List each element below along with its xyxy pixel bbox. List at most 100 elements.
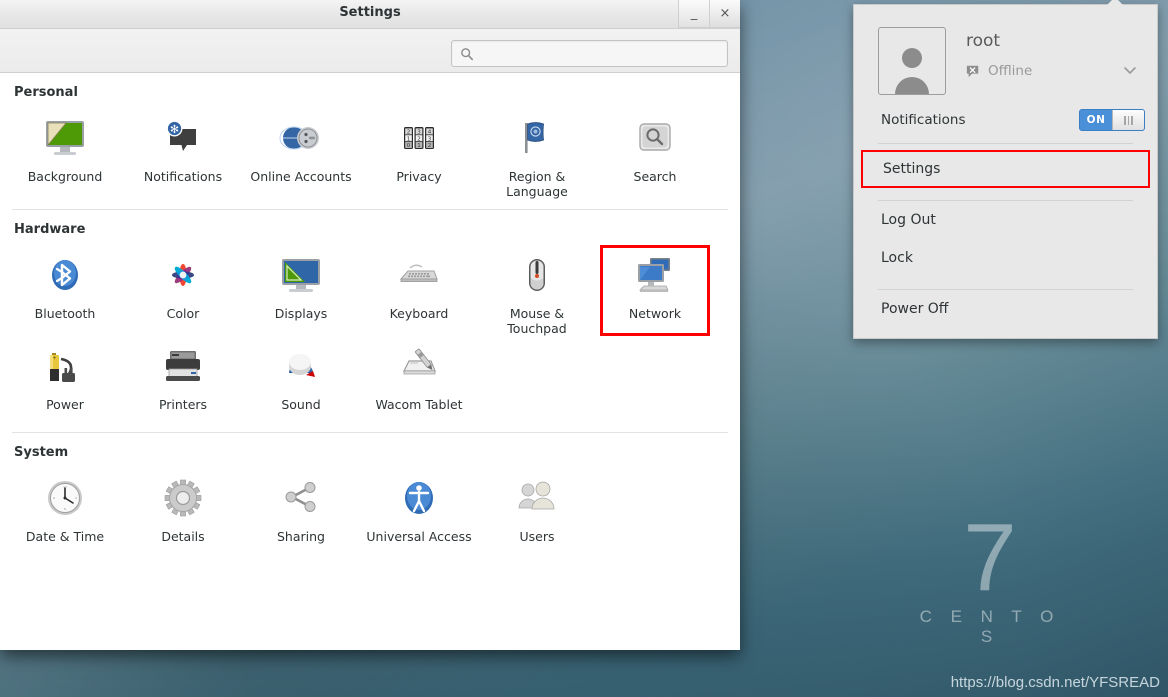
settings-item-label: Notifications <box>143 169 223 184</box>
date-time-icon: 12 3 6 9 <box>41 474 89 522</box>
wacom-tablet-icon <box>395 342 443 390</box>
notifications-label: Notifications <box>881 112 966 128</box>
settings-item-region-language[interactable]: Region & Language <box>478 108 596 199</box>
section-title-hardware: Hardware <box>14 222 86 237</box>
user-menu-panel: root Offline Notifications ON Settings L… <box>853 0 1158 339</box>
hardware-grid: Bluetooth Color Displays Keyboard Mouse … <box>0 245 740 422</box>
bluetooth-icon <box>41 251 89 299</box>
user-info: root Offline <box>966 27 1139 79</box>
settings-item-sharing[interactable]: Sharing <box>242 468 360 554</box>
settings-item-displays[interactable]: Displays <box>242 245 360 336</box>
svg-text:3: 3 <box>75 496 77 500</box>
sharing-icon <box>277 474 325 522</box>
search-box[interactable] <box>451 40 728 67</box>
settings-content: Personal Background ✻ Notifications Onli… <box>0 73 740 650</box>
user-name: root <box>966 31 1001 51</box>
privacy-icon: 2 1 0 3 2 1 4 3 2 <box>395 114 443 162</box>
settings-item-label: Keyboard <box>389 306 449 321</box>
system-grid: 12 3 6 9 Date & Time Details Sharing Uni… <box>0 468 740 554</box>
settings-item-label: Online Accounts <box>250 169 352 184</box>
settings-item-wacom-tablet[interactable]: Wacom Tablet <box>360 336 478 422</box>
notifications-toggle[interactable]: ON <box>1079 109 1145 131</box>
chevron-down-icon[interactable] <box>1123 66 1137 75</box>
avatar-placeholder-icon <box>895 48 929 94</box>
menu-item-settings[interactable]: Settings <box>861 150 1150 188</box>
settings-item-label: Power <box>46 397 84 412</box>
menu-item-power-off[interactable]: Power Off <box>854 290 1157 328</box>
svg-text:9: 9 <box>53 496 55 500</box>
section-title-personal: Personal <box>14 85 78 100</box>
settings-item-online-accounts[interactable]: Online Accounts <box>242 108 360 199</box>
settings-item-universal-access[interactable]: Universal Access <box>360 468 478 554</box>
centos-brand-text: C E N T O S <box>919 607 1061 646</box>
blog-url-watermark: https://blog.csdn.net/YFSREAD <box>950 674 1160 691</box>
svg-text:1: 1 <box>407 136 411 142</box>
search-icon <box>461 47 474 60</box>
settings-item-notifications[interactable]: ✻ Notifications <box>124 108 242 199</box>
menu-divider-top <box>878 143 1133 144</box>
svg-text:0: 0 <box>407 143 411 149</box>
window-titlebar: Settings _ × <box>0 0 740 29</box>
region-language-icon <box>513 114 561 162</box>
details-icon <box>159 474 207 522</box>
panel-arrow-notch <box>1106 0 1124 6</box>
color-icon <box>159 251 207 299</box>
users-icon <box>513 474 561 522</box>
svg-text:✻: ✻ <box>170 123 179 136</box>
settings-item-network[interactable]: Network <box>600 245 710 336</box>
settings-item-label: Users <box>519 529 555 544</box>
settings-item-date-time[interactable]: 12 3 6 9 Date & Time <box>6 468 124 554</box>
settings-item-label: Details <box>161 529 205 544</box>
settings-window: Settings _ × Personal Background ✻ Notif… <box>0 0 740 650</box>
settings-item-privacy[interactable]: 2 1 0 3 2 1 4 3 2 Privacy <box>360 108 478 199</box>
settings-item-sound[interactable]: Sound <box>242 336 360 422</box>
settings-item-label: Color <box>166 306 200 321</box>
settings-item-bluetooth[interactable]: Bluetooth <box>6 245 124 336</box>
settings-item-color[interactable]: Color <box>124 245 242 336</box>
settings-item-label: Sound <box>281 397 321 412</box>
printers-icon <box>159 342 207 390</box>
displays-icon <box>277 251 325 299</box>
close-button[interactable]: × <box>709 0 740 28</box>
settings-item-search[interactable]: Search <box>596 108 714 199</box>
sound-icon <box>277 342 325 390</box>
settings-item-label: Displays <box>274 306 328 321</box>
settings-item-keyboard[interactable]: Keyboard <box>360 245 478 336</box>
settings-item-label: Mouse & Touchpad <box>507 306 567 336</box>
settings-item-power[interactable]: + Power <box>6 336 124 422</box>
settings-item-details[interactable]: Details <box>124 468 242 554</box>
settings-item-label: Background <box>27 169 103 184</box>
universal-access-icon <box>395 474 443 522</box>
avatar[interactable] <box>878 27 946 95</box>
network-icon <box>631 251 679 299</box>
desktop: 7 C E N T O S https://blog.csdn.net/YFSR… <box>0 0 1168 697</box>
settings-item-users[interactable]: Users <box>478 468 596 554</box>
settings-item-label: Date & Time <box>25 529 105 544</box>
settings-item-printers[interactable]: Printers <box>124 336 242 422</box>
settings-item-label: Bluetooth <box>34 306 96 321</box>
settings-item-mouse-touchpad[interactable]: Mouse & Touchpad <box>478 245 596 336</box>
menu-item-lock[interactable]: Lock <box>854 239 1157 277</box>
search-input[interactable] <box>474 46 727 61</box>
power-icon: + <box>41 342 89 390</box>
svg-text:3: 3 <box>428 136 432 142</box>
settings-item-label: Printers <box>158 397 208 412</box>
settings-item-label: Privacy <box>396 169 442 184</box>
settings-item-label: Region & Language <box>506 169 568 199</box>
svg-text:2: 2 <box>428 143 432 149</box>
settings-item-background[interactable]: Background <box>6 108 124 199</box>
menu-item-log-out[interactable]: Log Out <box>854 201 1157 239</box>
divider-hardware-system <box>12 432 728 433</box>
svg-text:2: 2 <box>407 130 411 136</box>
user-status-label: Offline <box>988 63 1033 79</box>
settings-item-label: Sharing <box>277 529 325 544</box>
divider-personal-hardware <box>12 209 728 210</box>
minimize-button[interactable]: _ <box>678 0 709 28</box>
mouse-touchpad-icon <box>513 251 561 299</box>
user-status[interactable]: Offline <box>966 63 1139 79</box>
notifications-icon: ✻ <box>159 114 207 162</box>
keyboard-icon <box>395 251 443 299</box>
notifications-toggle-state: ON <box>1086 114 1106 126</box>
svg-text:4: 4 <box>428 130 432 136</box>
user-row: root Offline <box>854 5 1157 95</box>
